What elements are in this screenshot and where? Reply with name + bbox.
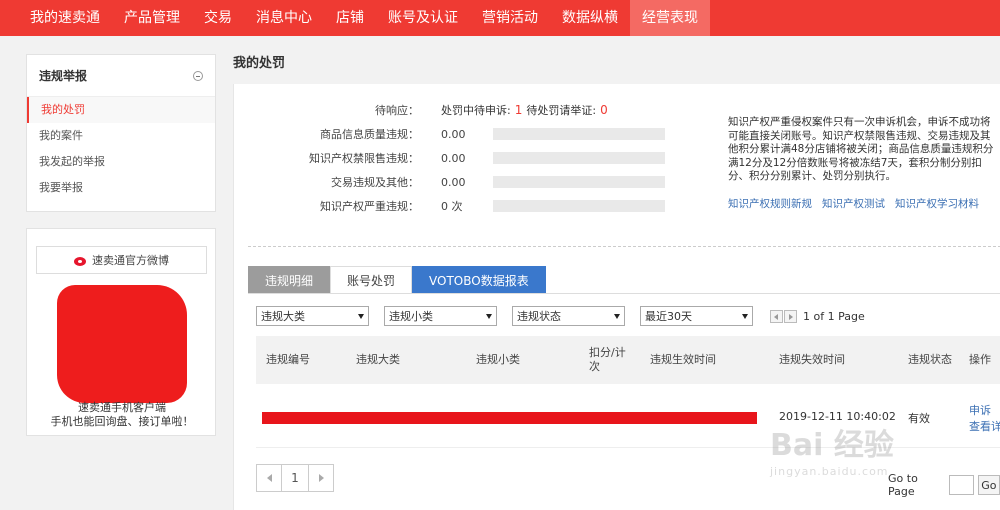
select-value: 违规状态 (517, 310, 561, 323)
stat-bar (493, 176, 665, 188)
col-expire-time: 违规失效时间 (779, 353, 845, 366)
stat-value: 0.00 (441, 175, 466, 189)
stat-value: 0.00 (441, 151, 466, 165)
sidebar-title: 违规举报 (39, 69, 88, 83)
prev-page-icon[interactable] (770, 309, 783, 323)
stat-pending-text1: 处罚中待申诉: (441, 104, 511, 117)
filter-bar: 违规大类 违规小类 违规状态 最近30天 1 of 1 Page (256, 306, 865, 326)
tab-bar: 违规明细 账号处罚 VOTOBO数据报表 (248, 266, 546, 294)
col-violation-subcategory: 违规小类 (476, 353, 520, 366)
bottom-pager: 1 (256, 464, 334, 492)
stat-label: 交易违规及其他： (331, 176, 419, 189)
nav-item-trade[interactable]: 交易 (192, 0, 244, 36)
go-button[interactable]: Go (977, 475, 1000, 495)
select-value: 违规小类 (389, 310, 433, 323)
next-page-icon[interactable] (784, 309, 797, 323)
stat-row: 知识产权严重违规： 0 次 (234, 194, 665, 218)
sidebar-item-my-penalties[interactable]: 我的处罚 (27, 97, 215, 123)
select-violation-status[interactable]: 违规状态 (512, 306, 625, 326)
select-violation-subcategory[interactable]: 违规小类 (384, 306, 497, 326)
caret-down-icon (358, 313, 364, 319)
col-violation-category: 违规大类 (356, 353, 400, 366)
nav-item-store[interactable]: 店铺 (324, 0, 376, 36)
stat-bar (493, 152, 665, 164)
caret-down-icon (742, 313, 748, 319)
stat-pending-count2[interactable]: 0 (600, 103, 608, 117)
prev-page-button[interactable] (256, 464, 282, 492)
link-ip-rules[interactable]: 知识产权规则新规 (728, 196, 812, 211)
select-violation-category[interactable]: 违规大类 (256, 306, 369, 326)
sidebar-item-my-cases[interactable]: 我的案件 (27, 123, 215, 149)
policy-links: 知识产权规则新规 知识产权测试 知识产权学习材料 (728, 196, 979, 211)
stat-label: 商品信息质量违规： (320, 128, 419, 141)
sidebar-menu: 违规举报 我的处罚 我的案件 我发起的举报 我要举报 (26, 54, 216, 212)
app-caption-line2: 手机也能回询盘、接订单啦！ (50, 415, 194, 428)
sidebar-item-report[interactable]: 我要举报 (27, 175, 215, 201)
redacted-cells (262, 412, 757, 424)
weibo-button-label: 速卖通官方微博 (92, 254, 169, 267)
stat-pending-label: 待响应： (375, 104, 419, 117)
app-caption-line1: 速卖通手机客户端 (78, 401, 166, 414)
stat-bar (493, 200, 665, 212)
nav-item-marketing[interactable]: 营销活动 (470, 0, 550, 36)
arrow-right-icon (318, 474, 324, 482)
stat-value: 0.00 (441, 127, 466, 141)
stat-row: 商品信息质量违规： 0.00 (234, 122, 665, 146)
appeal-link[interactable]: 申诉 (969, 402, 991, 418)
stat-pending-text2: 待处罚请举证: (526, 104, 597, 117)
tab-underline (248, 293, 1000, 294)
caret-down-icon (614, 313, 620, 319)
weibo-promo-box: 速卖通官方微博 速卖通手机客户端 手机也能回询盘、接订单啦！ (26, 228, 216, 436)
mini-pager: 1 of 1 Page (770, 309, 865, 323)
tab-votobo-report[interactable]: VOTOBO数据报表 (412, 266, 546, 294)
page-info: 1 of 1 Page (803, 309, 865, 323)
col-operation: 操作 (969, 353, 991, 366)
col-violation-id: 违规编号 (266, 353, 310, 366)
stat-label: 知识产权严重违规： (320, 200, 419, 213)
stat-bar (493, 128, 665, 140)
arrow-left-icon (266, 474, 272, 482)
sidebar-item-my-reports[interactable]: 我发起的举报 (27, 149, 215, 175)
next-page-button[interactable] (308, 464, 334, 492)
tab-account-penalty[interactable]: 账号处罚 (330, 266, 413, 294)
stat-value: 0 次 (441, 200, 463, 213)
nav-item-data[interactable]: 数据纵横 (550, 0, 630, 36)
nav-item-my-aliexpress[interactable]: 我的速卖通 (18, 0, 112, 36)
page-title: 我的处罚 (233, 56, 286, 71)
watermark-url: jingyan.baidu.com (770, 465, 889, 478)
caret-down-icon (486, 313, 492, 319)
nav-item-messages[interactable]: 消息中心 (244, 0, 324, 36)
sidebar-header: 违规举报 (27, 55, 215, 97)
view-details-link[interactable]: 查看详情 (969, 418, 1000, 434)
baidu-watermark: Bai 经验 jingyan.baidu.com (766, 420, 966, 500)
link-ip-materials[interactable]: 知识产权学习材料 (895, 196, 979, 211)
policy-notice: 知识产权严重侵权案件只有一次申诉机会，申诉不成功将可能直接关闭账号。知识产权禁限… (728, 116, 994, 182)
top-nav: 我的速卖通 产品管理 交易 消息中心 店铺 账号及认证 营销活动 数据纵横 经营… (0, 0, 1000, 36)
table-header: 违规编号 违规大类 违规小类 扣分/计次 违规生效时间 违规失效时间 违规状态 … (256, 336, 1000, 384)
link-ip-test[interactable]: 知识产权测试 (822, 196, 885, 211)
stat-pending-count1[interactable]: 1 (515, 103, 523, 117)
select-value: 违规大类 (261, 310, 305, 323)
divider (248, 246, 1000, 247)
stat-label: 知识产权禁限售违规： (309, 152, 419, 165)
app-caption: 速卖通手机客户端 手机也能回询盘、接订单啦！ (27, 401, 217, 429)
weibo-button[interactable]: 速卖通官方微博 (36, 246, 207, 274)
col-points: 扣分/计次 (589, 346, 626, 373)
nav-item-products[interactable]: 产品管理 (112, 0, 192, 36)
weibo-icon (74, 254, 88, 266)
col-status: 违规状态 (908, 353, 952, 366)
nav-item-performance[interactable]: 经营表现 (630, 0, 710, 36)
stat-pending-row: 待响应： 处罚中待申诉: 1 待处罚请举证: 0 (234, 98, 612, 122)
stat-row: 知识产权禁限售违规： 0.00 (234, 146, 665, 170)
select-date-range[interactable]: 最近30天 (640, 306, 753, 326)
redacted-qr-code (57, 285, 187, 403)
watermark-text: Bai 经验 (770, 428, 894, 463)
nav-item-account[interactable]: 账号及认证 (376, 0, 470, 36)
select-value: 最近30天 (645, 310, 692, 323)
page-number-button[interactable]: 1 (282, 464, 308, 492)
collapse-circle-icon[interactable] (193, 70, 203, 81)
col-effective-time: 违规生效时间 (650, 353, 716, 366)
tab-violation-details[interactable]: 违规明细 (248, 266, 331, 294)
stat-row: 交易违规及其他： 0.00 (234, 170, 665, 194)
